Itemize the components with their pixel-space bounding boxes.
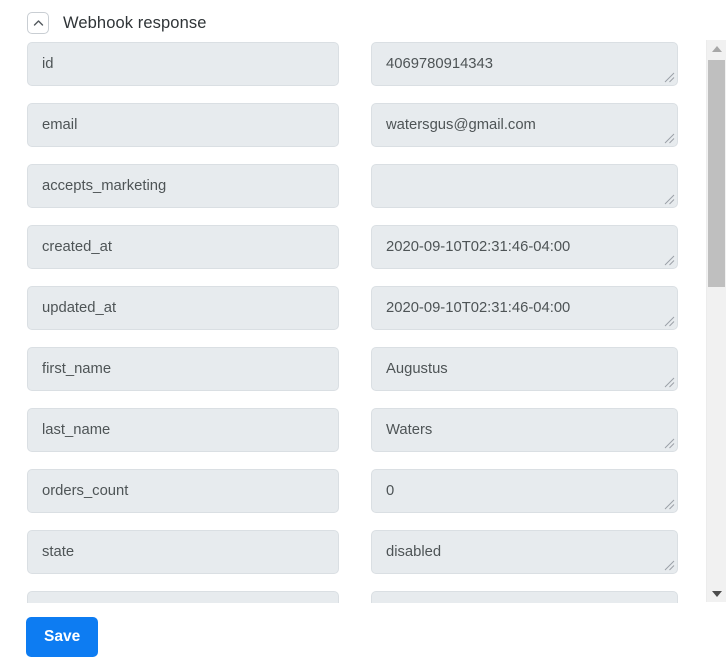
field-value-textarea[interactable] [371, 164, 678, 208]
triangle-down-icon[interactable] [707, 585, 726, 602]
resize-handle-icon[interactable] [662, 131, 675, 144]
field-row: updated_at 2020-09-10T02:31:46-04:00 [0, 286, 688, 347]
field-row: state disabled [0, 530, 688, 591]
field-key-input[interactable]: accepts_marketing [27, 164, 339, 208]
field-value-textarea[interactable]: 2020-09-10T02:31:46-04:00 [371, 286, 678, 330]
triangle-up-icon[interactable] [707, 40, 726, 57]
field-value-textarea[interactable]: Waters [371, 408, 678, 452]
field-value-textarea[interactable]: 4069780914343 [371, 42, 678, 86]
resize-handle-icon[interactable] [662, 70, 675, 83]
field-key-input[interactable]: state [27, 530, 339, 574]
field-key-input[interactable]: created_at [27, 225, 339, 269]
field-row: last_name Waters [0, 408, 688, 469]
section-header: Webhook response [27, 10, 206, 36]
scroll-down-arrow [711, 590, 722, 597]
chevron-up-icon[interactable] [27, 12, 49, 34]
field-key-input[interactable]: orders_count [27, 469, 339, 513]
field-row [0, 591, 688, 603]
field-row: email watersgus@gmail.com [0, 103, 688, 164]
resize-handle-icon[interactable] [662, 436, 675, 449]
field-key-input[interactable]: first_name [27, 347, 339, 391]
resize-handle-icon[interactable] [662, 192, 675, 205]
field-value-textarea[interactable]: 2020-09-10T02:31:46-04:00 [371, 225, 678, 269]
vertical-scrollbar[interactable] [706, 40, 726, 602]
field-key-input[interactable]: updated_at [27, 286, 339, 330]
field-key-input[interactable]: email [27, 103, 339, 147]
fields-scroll-viewport[interactable]: id 4069780914343 email watersgus@gmail.com a… [0, 38, 726, 603]
resize-handle-icon[interactable] [662, 497, 675, 510]
fields-list: id 4069780914343 email watersgus@gmail.com a… [0, 38, 688, 603]
webhook-response-panel: Webhook response id 4069780914343 email wat… [0, 0, 726, 666]
resize-handle-icon[interactable] [662, 314, 675, 327]
footer-bar: Save [0, 603, 726, 666]
field-value-textarea[interactable]: watersgus@gmail.com [371, 103, 678, 147]
field-row: id 4069780914343 [0, 42, 688, 103]
section-title: Webhook response [63, 13, 207, 32]
field-value-textarea[interactable]: disabled [371, 530, 678, 574]
field-row: created_at 2020-09-10T02:31:46-04:00 [0, 225, 688, 286]
field-key-input[interactable] [27, 591, 339, 603]
field-row: accepts_marketing [0, 164, 688, 225]
save-button[interactable]: Save [26, 617, 99, 657]
field-key-input[interactable]: id [27, 42, 339, 86]
resize-handle-icon[interactable] [662, 253, 675, 266]
scrollbar-thumb[interactable] [708, 60, 725, 287]
resize-handle-icon[interactable] [662, 375, 675, 388]
field-row: first_name Augustus [0, 347, 688, 408]
field-value-textarea[interactable]: 0 [371, 469, 678, 513]
field-value-textarea[interactable] [371, 591, 678, 603]
field-key-input[interactable]: last_name [27, 408, 339, 452]
scroll-up-arrow [711, 45, 722, 52]
resize-handle-icon[interactable] [662, 558, 675, 571]
field-row: orders_count 0 [0, 469, 688, 530]
field-value-textarea[interactable]: Augustus [371, 347, 678, 391]
